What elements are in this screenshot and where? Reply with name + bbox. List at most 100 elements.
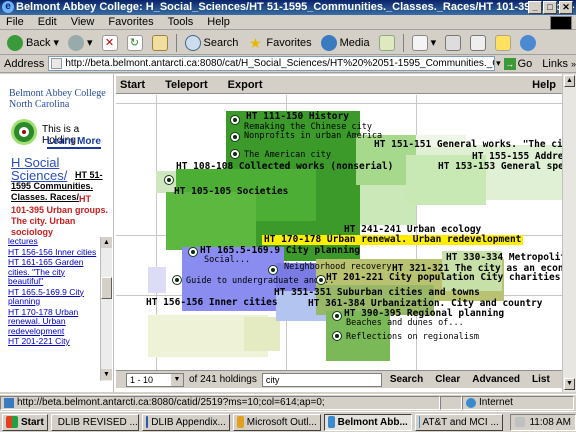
edit-button[interactable]	[467, 33, 489, 53]
search-input[interactable]: city	[261, 372, 382, 387]
holding-marker[interactable]	[230, 115, 240, 125]
label-nonprofits[interactable]: Nonprofits in urban America	[244, 132, 382, 141]
forward-button[interactable]: ▾	[65, 33, 96, 53]
clear-button[interactable]: Clear	[435, 374, 460, 385]
list-item[interactable]: HT 165.5-169.9 City planning	[8, 287, 100, 307]
menu-edit[interactable]: Edit	[38, 16, 57, 28]
scroll-up-icon[interactable]: ▲	[564, 75, 575, 87]
favorites-button[interactable]: ★ Favorites	[244, 33, 314, 53]
treemap-block-societies[interactable]	[166, 192, 256, 250]
list-item[interactable]: HT 161-165 Garden cities. "The city beau…	[8, 257, 100, 287]
start-menu[interactable]: Start	[120, 79, 145, 91]
refresh-button[interactable]: ↻	[124, 33, 146, 53]
list-item[interactable]: HT 201-221 City	[8, 336, 100, 347]
taskbar-item-dlib-appendix[interactable]: DLIB Appendix...	[141, 413, 230, 431]
label-guide[interactable]: Guide to undergraduate and...	[186, 277, 334, 286]
history-button[interactable]	[376, 33, 398, 53]
links-button[interactable]: Links	[542, 58, 568, 70]
page-scrollbar[interactable]: ▲ ▼	[562, 74, 576, 392]
holding-marker[interactable]	[316, 275, 326, 285]
label-neighborhood[interactable]: Neighborhood recovery	[284, 263, 391, 272]
taskbar-item-att-mci[interactable]: AT&T and MCI ...	[414, 413, 503, 431]
home-button[interactable]	[149, 33, 171, 53]
scroll-down-icon[interactable]: ▼	[101, 369, 112, 380]
label-history[interactable]: HT 111-150 History	[246, 112, 349, 122]
label-beaches[interactable]: Beaches and dunes of...	[346, 319, 464, 328]
label-renewal[interactable]: HT 170-178 Urban renewal. Urban redevelo…	[262, 235, 524, 245]
menu-view[interactable]: View	[71, 16, 95, 28]
media-button[interactable]: Media	[318, 33, 373, 53]
holding-marker[interactable]	[230, 149, 240, 159]
export-menu[interactable]: Export	[228, 79, 263, 91]
label-collected[interactable]: HT 108-108 Collected works (nonserial)	[176, 162, 393, 172]
menu-help[interactable]: Help	[207, 16, 230, 28]
discuss-button[interactable]	[492, 33, 514, 53]
back-button[interactable]: Back ▾	[4, 33, 62, 53]
label-reflections[interactable]: Reflections on regionalism	[346, 333, 479, 342]
edit-icon	[470, 34, 487, 51]
mail-button[interactable]: ▾	[409, 33, 440, 53]
outlook-icon	[236, 416, 244, 428]
label-suburban[interactable]: HT 351-351 Suburban cities and towns	[274, 288, 480, 298]
learn-more-link[interactable]: Learn More	[47, 136, 101, 149]
label-general-works[interactable]: HT 151-151 General works. "The city prob	[374, 140, 562, 150]
start-button[interactable]: Start	[2, 413, 48, 431]
left-list-scrollbar[interactable]: ▲ ▼	[100, 237, 112, 381]
holding-marker[interactable]	[164, 175, 174, 185]
treemap-controls: 1 - 10 ▼ of 241 holdings city Search Clea…	[116, 370, 562, 388]
treemap-block[interactable]	[148, 267, 166, 293]
taskbar-item-outlook[interactable]: Microsoft Outl...	[232, 413, 321, 431]
address-label: Address	[4, 57, 45, 70]
list-item[interactable]: HT 170-178 Urban renewal. Urban redevelo…	[8, 307, 100, 337]
teleport-menu[interactable]: Teleport	[165, 79, 208, 91]
holding-marker[interactable]	[172, 275, 182, 285]
links-chevron-icon[interactable]: »	[571, 59, 576, 69]
address-input[interactable]: http://beta.belmont.antarcti.ca:8080/cat…	[48, 56, 496, 71]
label-charities[interactable]: HT 201-221 City population City charitie…	[326, 273, 562, 283]
menu-favorites[interactable]: Favorites	[108, 16, 153, 28]
label-societies[interactable]: HT 105-105 Societies	[174, 187, 288, 197]
list-button[interactable]: List	[532, 374, 550, 385]
tray-icon[interactable]	[515, 417, 526, 427]
label-inner[interactable]: HT 156-156 Inner cities	[146, 298, 278, 308]
chevron-down-icon: ▼	[171, 373, 183, 386]
scroll-up-icon[interactable]: ▲	[101, 237, 112, 248]
stop-button[interactable]: ✕	[99, 33, 121, 53]
crumb-urban-groups: HT 101-395 Urban groups. The city. Urban…	[11, 194, 109, 237]
minimize-button[interactable]: _	[528, 1, 542, 14]
menu-tools[interactable]: Tools	[168, 16, 194, 28]
help-menu[interactable]: Help	[532, 79, 556, 91]
scroll-down-icon[interactable]: ▼	[564, 378, 575, 390]
scroll-thumb[interactable]	[101, 277, 112, 299]
holding-marker[interactable]	[188, 247, 198, 257]
history-icon	[378, 34, 395, 51]
holding-marker[interactable]	[332, 331, 342, 341]
taskbar-item-dlib-revised[interactable]: DLIB REVISED ...	[50, 413, 139, 431]
go-button[interactable]: → Go	[503, 57, 532, 70]
messenger-button[interactable]	[517, 33, 539, 53]
print-button[interactable]	[442, 33, 464, 53]
search-button[interactable]: Search	[182, 33, 242, 53]
label-american-city[interactable]: The American city	[244, 151, 331, 160]
address-dropdown-icon[interactable]: ▾	[496, 58, 501, 69]
status-empty-pane	[440, 395, 462, 410]
treemap-canvas[interactable]: HT 111-150 History Remaking the Chinese …	[116, 95, 562, 370]
search-button[interactable]: Search	[390, 374, 423, 385]
close-button[interactable]: ✕	[559, 1, 573, 14]
maximize-button[interactable]: □	[543, 1, 557, 14]
label-social[interactable]: Social...	[204, 256, 250, 265]
menu-file[interactable]: File	[6, 16, 24, 28]
holding-marker[interactable]	[268, 265, 278, 275]
folder-icon	[495, 34, 512, 51]
taskbar-item-belmont[interactable]: Belmont Abb...	[323, 413, 412, 431]
windows-logo-icon	[550, 16, 572, 30]
list-item[interactable]: HT 156-156 Inner cities	[8, 247, 100, 258]
range-select[interactable]: 1 - 10 ▼	[126, 372, 184, 387]
label-metropolitan[interactable]: HT 330-334 Metropolitan	[446, 253, 562, 263]
holding-marker[interactable]	[332, 311, 342, 321]
list-item[interactable]: lectures	[8, 237, 100, 247]
holding-marker[interactable]	[230, 132, 240, 142]
advanced-button[interactable]: Advanced	[472, 374, 520, 385]
treemap-block[interactable]	[244, 317, 280, 351]
label-general-spec[interactable]: HT 153-153 General spec	[438, 162, 562, 172]
